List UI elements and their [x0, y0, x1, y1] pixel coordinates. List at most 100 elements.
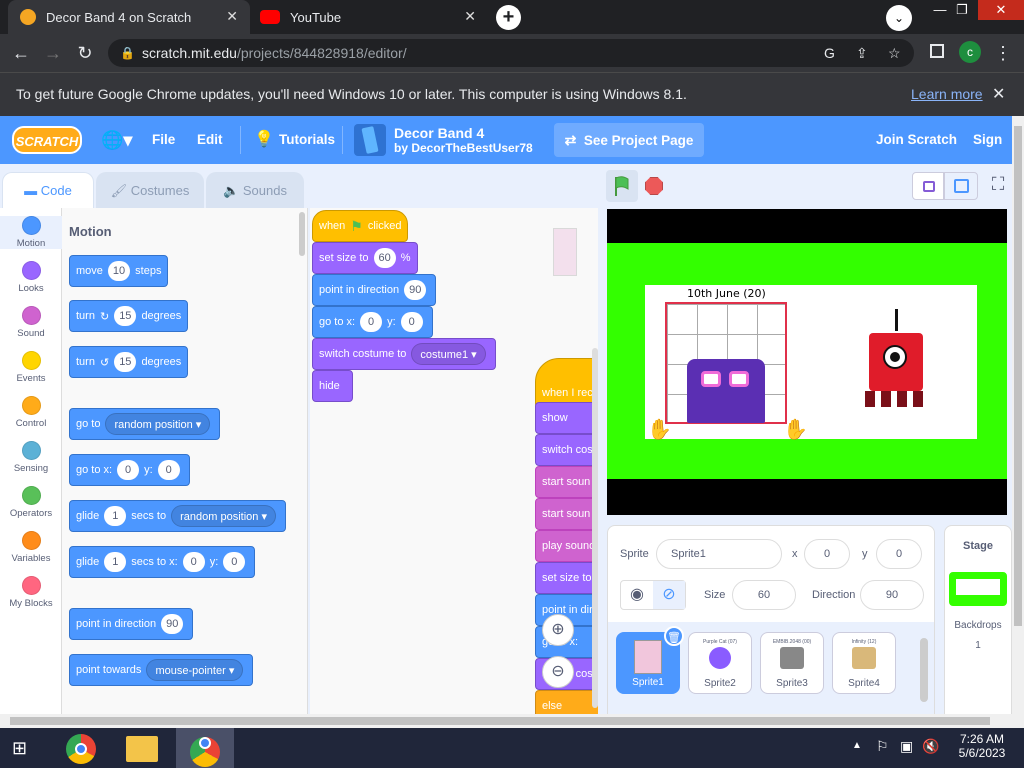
script-scrollbar[interactable] [592, 348, 598, 708]
bookmark-star-icon[interactable]: ☆ [888, 39, 901, 67]
degrees-input[interactable]: 15 [114, 352, 137, 372]
sprite-tile-sprite4[interactable]: Infinity (12) Sprite4 [832, 632, 896, 694]
category-variables[interactable]: Variables [0, 531, 62, 564]
direction-input[interactable]: 90 [161, 614, 184, 634]
category-sound[interactable]: Sound [0, 306, 62, 339]
file-menu[interactable]: File [152, 116, 175, 164]
taskbar-clock[interactable]: 7:26 AM 5/6/2023 [952, 732, 1012, 760]
goto-target-dropdown[interactable]: random position ▾ [105, 413, 211, 435]
stop-button[interactable] [645, 177, 663, 195]
learn-more-link[interactable]: Learn more [911, 86, 983, 102]
tutorials-menu[interactable]: Tutorials [279, 116, 335, 164]
tab-youtube[interactable]: YouTube ✕ [252, 0, 488, 34]
secs-input[interactable]: 1 [104, 552, 127, 572]
volume-muted-icon[interactable]: 🔇 [922, 738, 939, 755]
delete-sprite-icon[interactable]: 🗑 [664, 626, 684, 646]
reload-icon[interactable]: ↻ [74, 42, 96, 64]
sprite-tile-sprite3[interactable]: EMBIB.2048 (00) Sprite3 [760, 632, 824, 694]
project-author[interactable]: by DecorTheBestUser78 [394, 141, 533, 156]
category-control[interactable]: Control [0, 396, 62, 429]
point-towards-block[interactable]: point towards mouse-pointer ▾ [69, 654, 254, 686]
towards-dropdown[interactable]: mouse-pointer ▾ [146, 659, 244, 681]
sign-in-link[interactable]: Sign in [973, 116, 1012, 195]
glide-target-dropdown[interactable]: random position ▾ [171, 505, 276, 527]
turn-left-block[interactable]: turn ↺ 15 degrees [69, 346, 189, 378]
set-size-block[interactable]: set size to 60% [312, 242, 418, 274]
y-input[interactable]: 0 [876, 539, 922, 569]
category-looks[interactable]: Looks [0, 261, 62, 294]
category-sensing[interactable]: Sensing [0, 441, 62, 474]
zoom-in-icon[interactable]: ⊕ [542, 614, 574, 646]
join-scratch-link[interactable]: Join Scratch [876, 116, 957, 164]
page-horizontal-scrollbar[interactable] [0, 714, 1012, 728]
degrees-input[interactable]: 15 [114, 306, 137, 326]
sprite-list-scrollbar[interactable] [920, 638, 928, 702]
switch-costume-block[interactable]: switch cos [535, 434, 598, 466]
close-tab-icon[interactable]: ✕ [226, 8, 238, 25]
y-input[interactable]: 0 [223, 552, 246, 572]
switch-costume-block[interactable]: switch costume to costume1 ▾ [312, 338, 496, 370]
move-steps-block[interactable]: move 10 steps [69, 255, 169, 287]
page-vertical-scrollbar[interactable] [1012, 116, 1024, 728]
go-to-xy-block[interactable]: go to x: 0 y: 0 [312, 306, 433, 338]
start-sound-block[interactable]: start soun [535, 466, 598, 498]
point-in-direction-block[interactable]: point in direction 90 [312, 274, 437, 306]
point-in-direction-block[interactable]: point in direction 90 [69, 608, 194, 640]
tab-sounds[interactable]: 🔈 Sounds [206, 172, 304, 208]
language-globe-icon[interactable]: 🌐▾ [101, 116, 132, 164]
category-motion[interactable]: Motion [0, 216, 62, 249]
action-center-flag-icon[interactable]: ⚐ [876, 738, 889, 755]
show-block[interactable]: show [535, 402, 598, 434]
play-sound-block[interactable]: play sound [535, 530, 598, 562]
costume-dropdown[interactable]: costume1 ▾ [411, 343, 486, 365]
forward-icon[interactable]: → [42, 42, 64, 64]
scratch-logo[interactable]: SCRATCH [12, 126, 82, 154]
chrome-taskbar-icon[interactable] [66, 734, 96, 764]
file-explorer-icon[interactable] [126, 736, 158, 762]
tutorials-bulb-icon[interactable]: 💡 [254, 116, 274, 164]
category-my-blocks[interactable]: My Blocks [0, 576, 62, 609]
tab-search-button[interactable]: ⌄ [886, 5, 912, 31]
restore-button[interactable]: ❐ [942, 0, 982, 22]
category-operators[interactable]: Operators [0, 486, 62, 519]
steps-input[interactable]: 10 [107, 261, 131, 281]
tab-code[interactable]: ▬ Code [2, 172, 94, 208]
close-infobar-icon[interactable]: ✕ [992, 84, 1005, 104]
stage-selector-pane[interactable]: Stage Backdrops 1 [944, 525, 1012, 715]
edit-menu[interactable]: Edit [197, 116, 223, 164]
script-area[interactable]: when ⚑ clicked set size to 60% point in dir… [310, 208, 598, 714]
category-events[interactable]: Events [0, 351, 62, 384]
address-bar[interactable]: 🔒 scratch.mit.edu/projects/844828918/edi… [108, 39, 914, 67]
profile-avatar[interactable]: c [959, 41, 981, 63]
google-icon[interactable]: G [824, 39, 835, 67]
secs-input[interactable]: 1 [104, 506, 127, 526]
if-else-block[interactable]: else [535, 690, 598, 714]
sprite-tile-sprite2[interactable]: Purple Cat (07) Sprite2 [688, 632, 752, 694]
set-size-block[interactable]: set size to [535, 562, 598, 594]
tray-expand-icon[interactable]: ▲ [852, 740, 862, 751]
zoom-out-icon[interactable]: ⊖ [542, 656, 574, 688]
go-to-xy-block[interactable]: go to x: 0 y: 0 [69, 454, 190, 486]
stage-canvas[interactable]: 10th June (20) ✋ ✋ [607, 209, 1007, 515]
size-input[interactable]: 60 [732, 580, 796, 610]
x-input[interactable]: 0 [360, 312, 383, 332]
size-input[interactable]: 60 [373, 248, 396, 268]
active-chrome-taskbar-item[interactable] [176, 728, 234, 768]
fullscreen-icon[interactable]: ⛶ [986, 174, 1010, 198]
start-sound-block[interactable]: start soun [535, 498, 598, 530]
share-icon[interactable]: ⇪ [856, 39, 868, 67]
tab-costumes[interactable]: 🖌 Costumes [96, 172, 204, 208]
show-eye-icon[interactable]: ◉ [621, 581, 653, 609]
x-input[interactable]: 0 [804, 539, 850, 569]
back-icon[interactable]: ← [10, 42, 32, 64]
normal-stage-button[interactable] [944, 172, 978, 200]
x-input[interactable]: 0 [117, 460, 140, 480]
green-flag-button[interactable] [606, 170, 638, 202]
y-input[interactable]: 0 [157, 460, 180, 480]
x-input[interactable]: 0 [182, 552, 205, 572]
direction-input[interactable]: 90 [860, 580, 924, 610]
windows-start-icon[interactable]: ⊞ [12, 738, 36, 758]
window-close-button[interactable]: ✕ [978, 0, 1024, 20]
side-panel-icon[interactable] [930, 44, 944, 58]
go-to-block[interactable]: go to random position ▾ [69, 408, 221, 440]
